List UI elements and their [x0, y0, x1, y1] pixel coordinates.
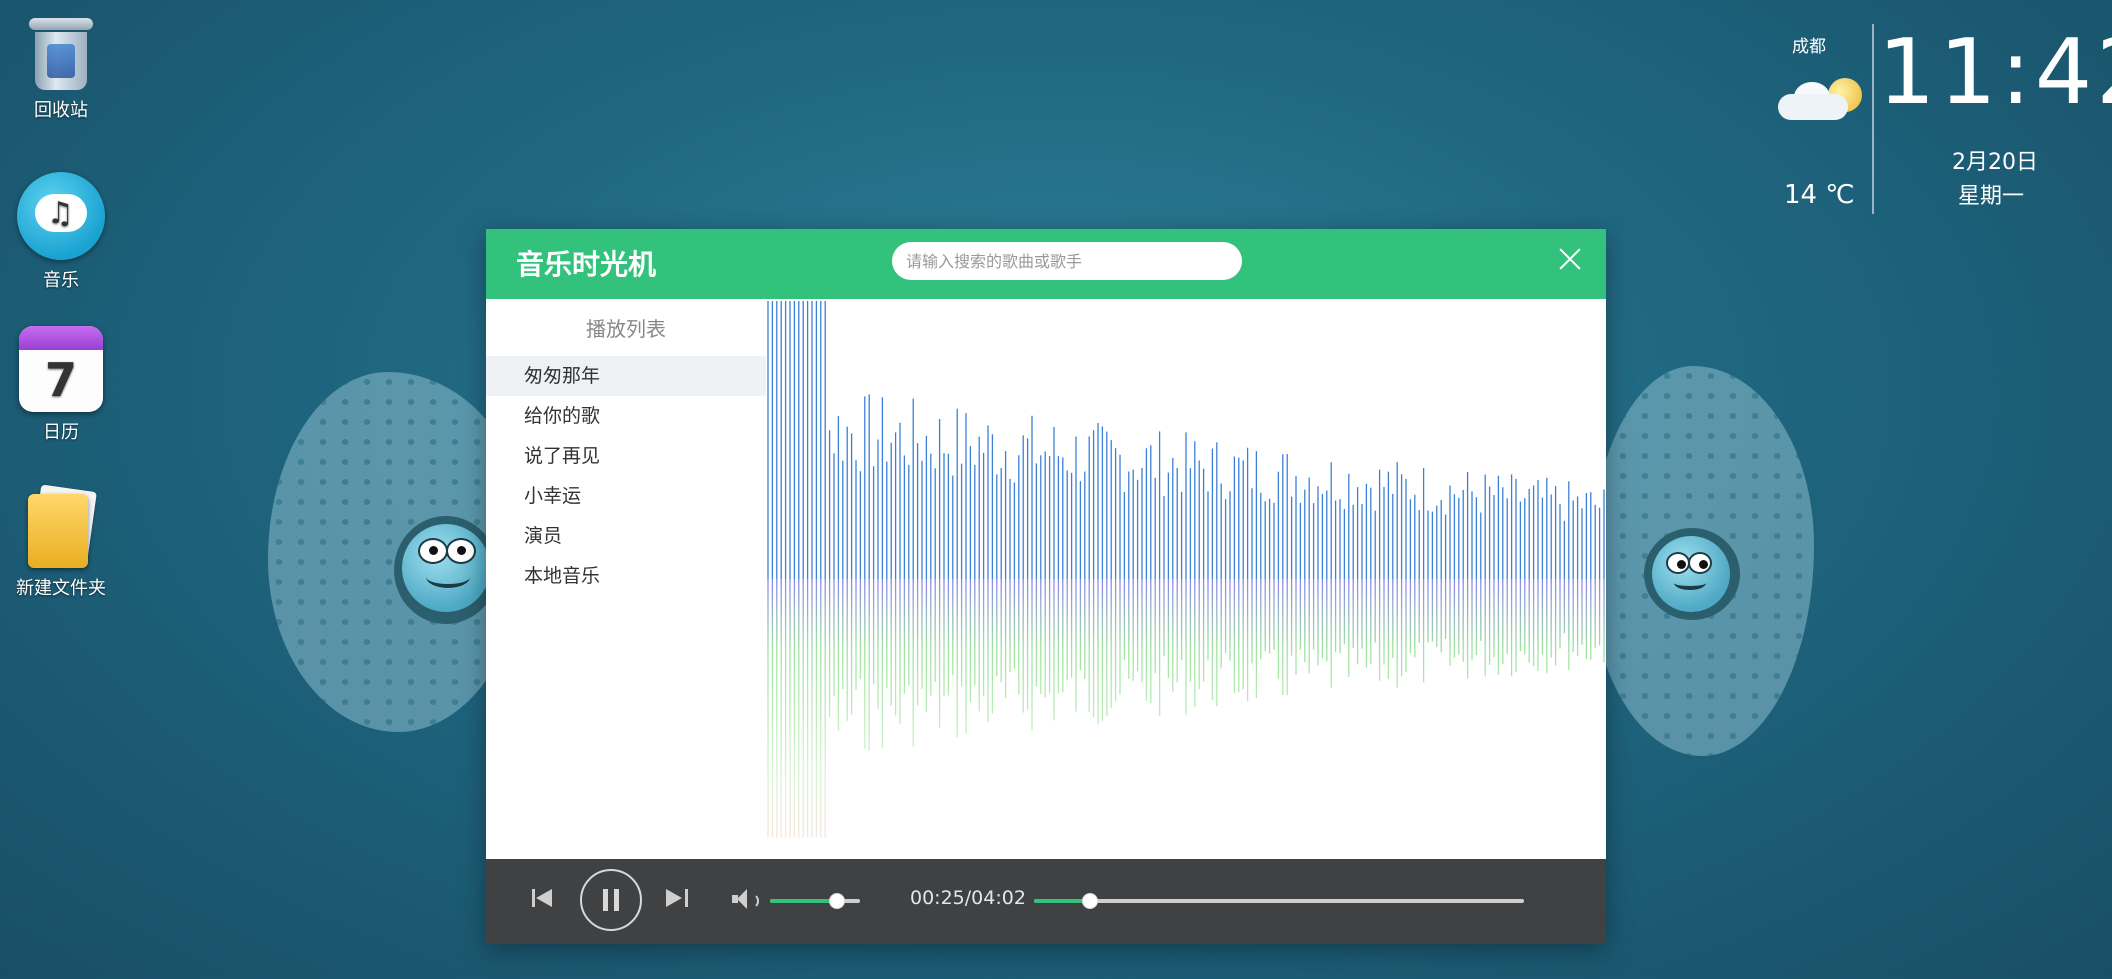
- volume-slider-fill: [770, 899, 837, 903]
- folder-icon: [28, 484, 97, 568]
- playlist-item[interactable]: 本地音乐: [486, 556, 766, 596]
- player-controls: 00:25/04:02: [486, 859, 1606, 944]
- music-player-window: 音乐时光机 播放列表 匆匆那年 给你的歌 说了再见 小幸运 演员 本地音乐: [486, 229, 1606, 944]
- volume-icon[interactable]: [732, 889, 759, 911]
- progress-slider-knob[interactable]: [1082, 893, 1099, 909]
- playlist-panel: 播放列表 匆匆那年 给你的歌 说了再见 小幸运 演员 本地音乐: [486, 299, 767, 859]
- visualizer-canvas: [767, 301, 1605, 838]
- progress-slider[interactable]: [1034, 893, 1524, 909]
- weather-temperature: 14 ℃: [1784, 180, 1855, 210]
- playback-time: 00:25/04:02: [910, 887, 1026, 909]
- desktop-icon-new-folder[interactable]: 新建文件夹: [6, 484, 116, 600]
- calendar-icon: 7: [19, 326, 103, 412]
- widget-divider: [1872, 24, 1874, 214]
- clock-time: 11:42: [1878, 20, 2112, 125]
- audio-visualizer: [766, 299, 1606, 859]
- playlist-item[interactable]: 小幸运: [486, 476, 766, 516]
- music-cloud-icon: ♫: [17, 172, 105, 260]
- playlist-item[interactable]: 给你的歌: [486, 396, 766, 436]
- creature-left: [394, 516, 498, 624]
- desktop-icon-label: 音乐: [43, 270, 79, 291]
- desktop-icon-label: 日历: [43, 422, 79, 443]
- calendar-day: 7: [44, 353, 77, 407]
- desktop-icon-calendar[interactable]: 7 日历: [6, 326, 116, 444]
- playlist-item[interactable]: 说了再见: [486, 436, 766, 476]
- weather-city: 成都: [1792, 37, 1826, 57]
- pause-icon[interactable]: [580, 869, 642, 931]
- close-icon[interactable]: [1554, 243, 1586, 275]
- moon-cloud-icon: [1772, 72, 1868, 126]
- playlist-title: 播放列表: [586, 317, 666, 341]
- desktop-icon-label: 新建文件夹: [16, 578, 106, 599]
- playlist-item[interactable]: 匆匆那年: [486, 356, 766, 396]
- player-titlebar: 音乐时光机: [486, 229, 1606, 299]
- volume-slider-knob[interactable]: [828, 893, 845, 909]
- desktop-icon-recycle-bin[interactable]: 回收站: [6, 18, 116, 122]
- playlist-item[interactable]: 演员: [486, 516, 766, 556]
- next-track-icon[interactable]: [666, 887, 688, 909]
- player-title: 音乐时光机: [516, 248, 657, 281]
- song-search-input[interactable]: [892, 242, 1242, 280]
- creature-right: [1644, 528, 1740, 620]
- clock-weekday: 星期一: [1958, 184, 2025, 209]
- previous-track-icon[interactable]: [532, 887, 554, 909]
- volume-slider[interactable]: [770, 893, 860, 909]
- desktop-icon-music[interactable]: ♫ 音乐: [6, 172, 116, 292]
- recycle-bin-icon: [29, 18, 93, 90]
- desktop-icon-label: 回收站: [34, 100, 88, 121]
- clock-date: 2月20日: [1952, 150, 2038, 175]
